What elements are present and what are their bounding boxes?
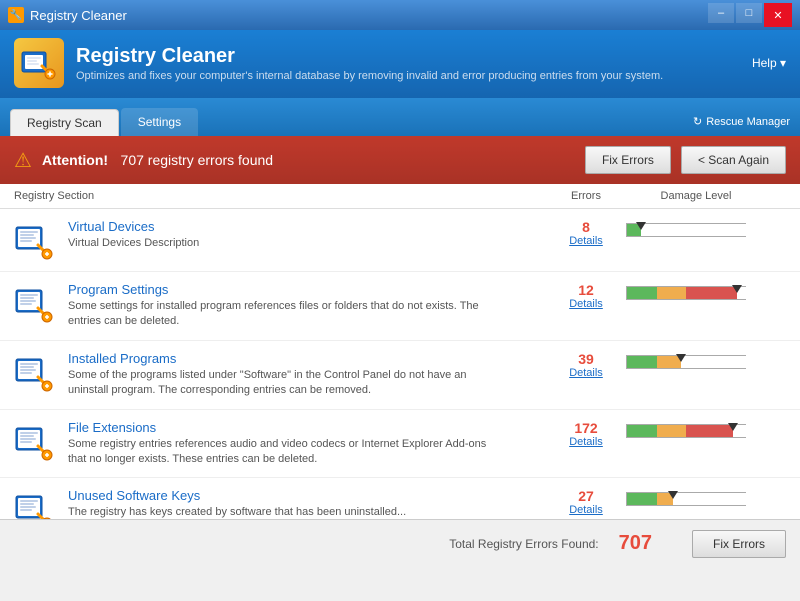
close-button[interactable]: ✕ [764, 3, 792, 27]
table-row: Virtual Devices Virtual Devices Descripti… [0, 209, 800, 272]
col-damage-header: Damage Level [626, 190, 786, 202]
minimize-button[interactable]: – [708, 3, 734, 23]
error-count: 12 [546, 282, 626, 298]
tab-registry-scan[interactable]: Registry Scan [10, 109, 119, 136]
registry-item-icon [14, 422, 58, 462]
fix-errors-button-bottom[interactable]: Fix Errors [692, 530, 786, 558]
rescue-manager-label: Rescue Manager [706, 116, 790, 128]
damage-bar [626, 424, 746, 438]
logo-icon [20, 44, 58, 82]
alert-icon: ⚠ [14, 148, 32, 173]
app-logo [14, 38, 64, 88]
app-header: Registry Cleaner Optimizes and fixes you… [0, 30, 800, 98]
registry-item-icon [14, 221, 58, 261]
alert-bold: Attention! [42, 152, 108, 168]
damage-level-cell [626, 219, 786, 237]
footer: Total Registry Errors Found: 707 Fix Err… [0, 519, 800, 567]
registry-item-icon [14, 490, 58, 519]
table-row: File Extensions Some registry entries ref… [0, 410, 800, 479]
item-errors: 39Details [546, 351, 626, 379]
item-description: Some settings for installed program refe… [68, 299, 488, 330]
item-body: Unused Software Keys The registry has key… [68, 488, 546, 519]
details-link[interactable]: Details [546, 235, 626, 247]
tab-bar: Registry Scan Settings ↻ Rescue Manager [0, 98, 800, 136]
damage-bar [626, 286, 746, 300]
damage-bar [626, 492, 746, 506]
tabs: Registry Scan Settings [10, 108, 198, 136]
details-link[interactable]: Details [546, 298, 626, 310]
alert-text: Attention! 707 registry errors found [42, 152, 575, 169]
maximize-button[interactable]: □ [736, 3, 762, 23]
rescue-manager-button[interactable]: ↻ Rescue Manager [693, 115, 790, 136]
window-title: Registry Cleaner [30, 8, 127, 23]
item-title[interactable]: File Extensions [68, 420, 546, 435]
details-link[interactable]: Details [546, 504, 626, 516]
error-count: 8 [546, 219, 626, 235]
app-title-group: Registry Cleaner Optimizes and fixes you… [76, 45, 663, 82]
error-count: 172 [546, 420, 626, 436]
alert-message: 707 registry errors found [121, 152, 274, 168]
item-body: Program Settings Some settings for instal… [68, 282, 546, 330]
footer-label: Total Registry Errors Found: [449, 537, 598, 551]
item-body: Virtual Devices Virtual Devices Descripti… [68, 219, 546, 251]
damage-bar [626, 223, 746, 237]
app-title: Registry Cleaner [76, 45, 663, 68]
damage-level-cell [626, 488, 786, 506]
col-errors-header: Errors [546, 190, 626, 202]
app-subtitle: Optimizes and fixes your computer's inte… [76, 70, 663, 82]
error-count: 27 [546, 488, 626, 504]
item-body: File Extensions Some registry entries ref… [68, 420, 546, 468]
table-row: Program Settings Some settings for instal… [0, 272, 800, 341]
items-list[interactable]: Virtual Devices Virtual Devices Descripti… [0, 209, 800, 519]
window-controls: – □ ✕ [708, 3, 792, 27]
tab-settings[interactable]: Settings [121, 108, 198, 136]
title-bar: 🔧 Registry Cleaner – □ ✕ [0, 0, 800, 30]
item-errors: 8Details [546, 219, 626, 247]
registry-item-icon [14, 353, 58, 393]
damage-bar [626, 355, 746, 369]
footer-count: 707 [619, 532, 652, 555]
item-description: Some of the programs listed under "Softw… [68, 368, 488, 399]
app-header-left: Registry Cleaner Optimizes and fixes you… [14, 38, 663, 88]
title-bar-left: 🔧 Registry Cleaner [8, 7, 127, 23]
item-description: Some registry entries references audio a… [68, 437, 488, 468]
error-count: 39 [546, 351, 626, 367]
help-button[interactable]: Help ▾ [752, 56, 786, 70]
rescue-icon: ↻ [693, 115, 702, 128]
app-icon: 🔧 [8, 7, 24, 23]
item-title[interactable]: Unused Software Keys [68, 488, 546, 503]
item-body: Installed Programs Some of the programs l… [68, 351, 546, 399]
details-link[interactable]: Details [546, 436, 626, 448]
damage-level-cell [626, 351, 786, 369]
item-title[interactable]: Installed Programs [68, 351, 546, 366]
item-errors: 172Details [546, 420, 626, 448]
fix-errors-button-top[interactable]: Fix Errors [585, 146, 671, 174]
table-row: Unused Software Keys The registry has key… [0, 478, 800, 519]
damage-level-cell [626, 282, 786, 300]
item-title[interactable]: Program Settings [68, 282, 546, 297]
column-headers: Registry Section Errors Damage Level [0, 184, 800, 209]
registry-item-icon [14, 284, 58, 324]
col-section-header: Registry Section [14, 190, 546, 202]
alert-bar: ⚠ Attention! 707 registry errors found F… [0, 136, 800, 184]
table-row: Installed Programs Some of the programs l… [0, 341, 800, 410]
scan-again-button[interactable]: < Scan Again [681, 146, 786, 174]
item-title[interactable]: Virtual Devices [68, 219, 546, 234]
item-description: Virtual Devices Description [68, 236, 488, 251]
damage-level-cell [626, 420, 786, 438]
item-description: The registry has keys created by softwar… [68, 505, 488, 519]
item-errors: 27Details [546, 488, 626, 516]
item-errors: 12Details [546, 282, 626, 310]
details-link[interactable]: Details [546, 367, 626, 379]
